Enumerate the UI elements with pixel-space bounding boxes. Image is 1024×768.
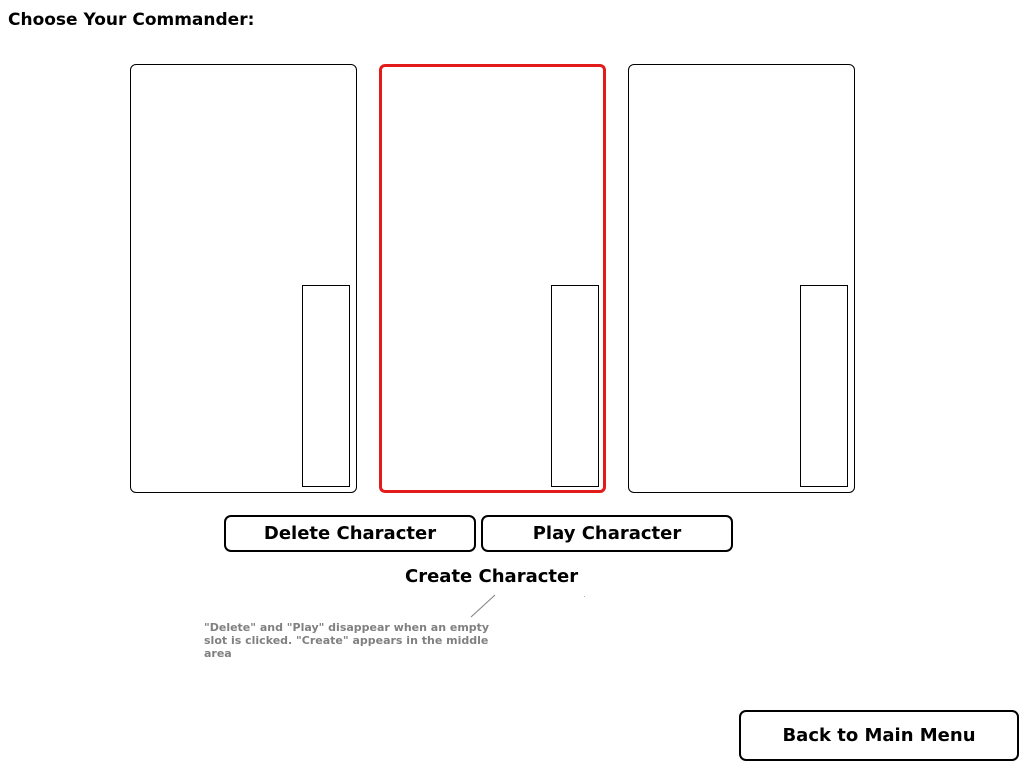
page-title: Choose Your Commander: xyxy=(8,10,255,30)
annotation-pointer-line xyxy=(470,594,496,618)
character-slot-1-stat-panel xyxy=(302,285,350,487)
annotation-dot xyxy=(584,596,585,597)
character-slot-3[interactable] xyxy=(628,64,855,493)
play-character-button[interactable]: Play Character xyxy=(481,515,733,552)
annotation-note: "Delete" and "Play" disappear when an em… xyxy=(204,621,490,660)
character-slot-2-stat-panel xyxy=(551,285,599,487)
delete-character-button[interactable]: Delete Character xyxy=(224,515,476,552)
character-slot-3-stat-panel xyxy=(800,285,848,487)
character-slot-1[interactable] xyxy=(130,64,357,493)
back-to-main-menu-button[interactable]: Back to Main Menu xyxy=(739,710,1019,761)
create-character-button[interactable]: Create Character xyxy=(405,566,578,588)
character-slot-2-selected[interactable] xyxy=(379,64,606,493)
